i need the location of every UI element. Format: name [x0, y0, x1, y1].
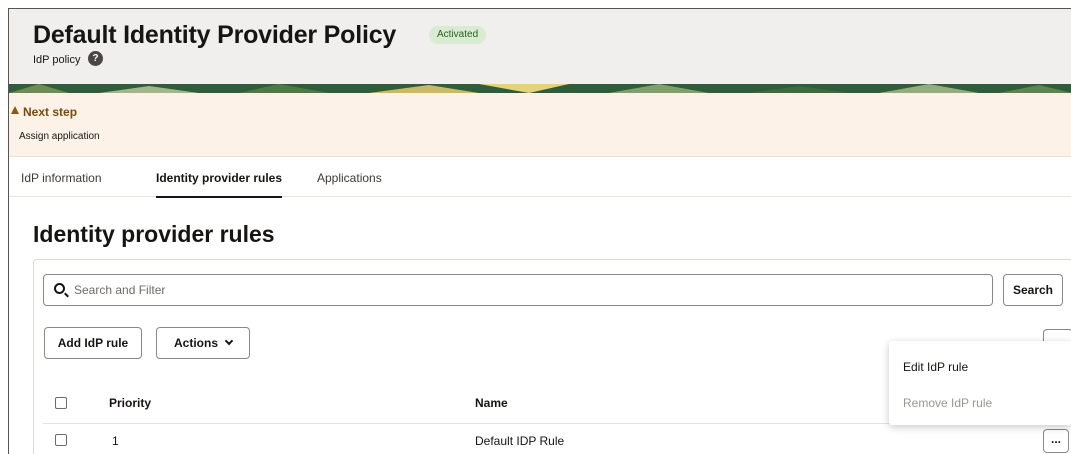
menu-item-remove-idp-rule[interactable]: Remove IdP rule — [903, 396, 992, 410]
row-menu-button[interactable]: ... — [1043, 429, 1069, 453]
page-title: Default Identity Provider Policy — [33, 21, 397, 49]
help-icon[interactable]: ? — [88, 51, 103, 66]
select-all-checkbox[interactable] — [55, 397, 67, 409]
decorative-banner — [9, 84, 1071, 93]
tab-applications[interactable]: Applications — [317, 171, 382, 185]
warning-triangle-icon — [11, 106, 19, 114]
search-button[interactable]: Search — [1003, 274, 1063, 306]
page-header: Default Identity Provider Policy Activat… — [9, 9, 1071, 84]
search-icon — [54, 283, 65, 294]
chevron-down-icon — [224, 336, 234, 346]
app-frame: Default Identity Provider Policy Activat… — [8, 8, 1071, 454]
actions-button[interactable]: Actions — [156, 327, 250, 359]
menu-item-edit-idp-rule[interactable]: Edit IdP rule — [903, 360, 968, 374]
search-input[interactable] — [74, 275, 984, 305]
status-badge: Activated — [429, 26, 487, 44]
add-idp-rule-button[interactable]: Add IdP rule — [44, 327, 142, 359]
next-step-text: Assign application — [19, 131, 100, 142]
row-context-menu: Edit IdP rule Remove IdP rule — [889, 341, 1071, 425]
section-title: Identity provider rules — [33, 221, 275, 247]
tab-bar: IdP information Identity provider rules … — [9, 157, 1071, 198]
row-checkbox[interactable] — [55, 434, 67, 446]
next-step-title: Next step — [23, 105, 78, 119]
page-subtitle: IdP policy — [33, 54, 81, 66]
tab-identity-provider-rules[interactable]: Identity provider rules — [156, 171, 283, 198]
search-field[interactable] — [43, 274, 993, 306]
column-header-priority[interactable]: Priority — [109, 396, 151, 410]
row-priority: 1 — [112, 434, 119, 448]
banner-pattern — [9, 84, 1071, 93]
next-step-banner: Next step Assign application — [9, 93, 1071, 157]
actions-label: Actions — [173, 336, 218, 350]
row-name: Default IDP Rule — [475, 434, 565, 448]
tab-idp-information[interactable]: IdP information — [21, 171, 102, 185]
column-header-name[interactable]: Name — [475, 396, 508, 410]
